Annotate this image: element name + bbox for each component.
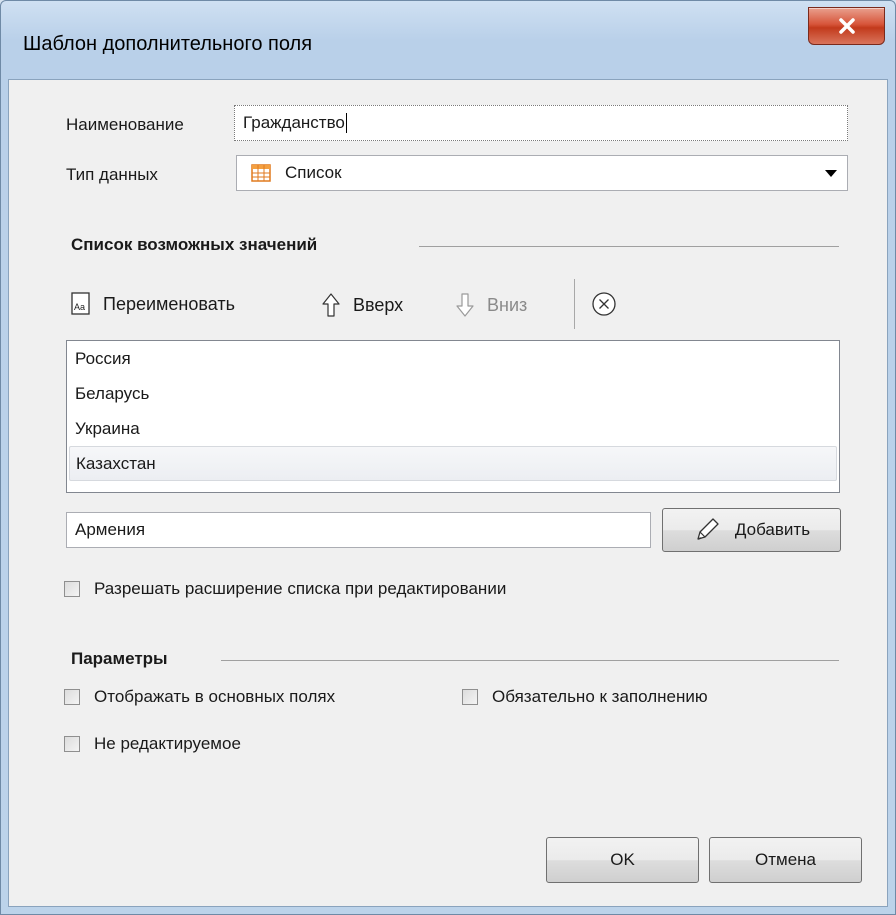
checkbox-box[interactable]: [64, 581, 80, 597]
title-bar[interactable]: Шаблон дополнительного поля: [1, 1, 895, 79]
list-item-selected[interactable]: Казахстан: [69, 446, 837, 481]
move-down-label: Вниз: [487, 294, 528, 315]
svg-text:Aa: Aa: [74, 302, 85, 312]
delete-button[interactable]: [591, 291, 617, 317]
dialog-window: Шаблон дополнительного поля Наименование…: [0, 0, 896, 915]
move-up-button[interactable]: Вверх: [321, 292, 403, 318]
values-listbox[interactable]: Россия Беларусь Украина Казахстан: [66, 340, 840, 493]
checkbox-box[interactable]: [64, 689, 80, 705]
arrow-down-icon: [456, 293, 474, 317]
name-input[interactable]: Гражданство: [234, 105, 848, 141]
type-label: Тип данных: [66, 165, 158, 184]
required-label: Обязательно к заполнению: [492, 687, 708, 706]
rename-icon: Aa: [71, 292, 90, 315]
show-in-main-label: Отображать в основных полях: [94, 687, 336, 706]
required-checkbox[interactable]: Обязательно к заполнению: [462, 687, 708, 707]
checkbox-box[interactable]: [462, 689, 478, 705]
text-caret: [345, 113, 347, 133]
type-select[interactable]: Список: [236, 155, 848, 191]
list-item[interactable]: Россия: [67, 341, 839, 376]
add-button-label: Добавить: [734, 520, 811, 539]
show-in-main-checkbox[interactable]: Отображать в основных полях: [64, 687, 335, 707]
list-type-icon: [251, 164, 271, 182]
params-section-separator: [221, 660, 839, 661]
list-item[interactable]: Украина: [67, 411, 839, 446]
rename-label: Переименовать: [103, 293, 235, 314]
values-section-title: Список возможных значений: [71, 235, 318, 254]
window-title: Шаблон дополнительного поля: [23, 33, 313, 55]
checkbox-box[interactable]: [64, 736, 80, 752]
allow-extend-label: Разрешать расширение списка при редактир…: [94, 579, 507, 598]
list-item[interactable]: Беларусь: [67, 376, 839, 411]
add-button[interactable]: Добавить: [662, 508, 841, 552]
readonly-label: Не редактируемое: [94, 734, 241, 753]
new-value-text: Армения: [75, 520, 146, 539]
name-label: Наименование: [66, 115, 184, 134]
rename-button[interactable]: Aa Переименовать: [71, 292, 235, 316]
type-select-value: Список: [285, 163, 342, 182]
move-up-label: Вверх: [353, 294, 404, 315]
pencil-icon: [697, 518, 719, 540]
arrow-up-icon: [322, 293, 340, 317]
close-icon: [838, 18, 855, 34]
values-section-separator: [419, 246, 839, 247]
new-value-input[interactable]: Армения: [66, 512, 651, 548]
allow-extend-checkbox[interactable]: Разрешать расширение списка при редактир…: [64, 579, 506, 599]
toolbar-separator: [574, 279, 575, 329]
readonly-checkbox[interactable]: Не редактируемое: [64, 734, 241, 754]
delete-icon: [592, 292, 616, 316]
params-section-title: Параметры: [71, 649, 168, 668]
move-down-button[interactable]: Вниз: [455, 292, 527, 318]
dialog-client-area: Наименование Гражданство Тип данных Спис…: [8, 79, 888, 907]
cancel-button[interactable]: Отмена: [709, 837, 862, 883]
chevron-down-icon: [825, 170, 837, 177]
name-input-value: Гражданство: [243, 113, 345, 132]
close-button[interactable]: [808, 7, 885, 45]
ok-button[interactable]: OK: [546, 837, 699, 883]
